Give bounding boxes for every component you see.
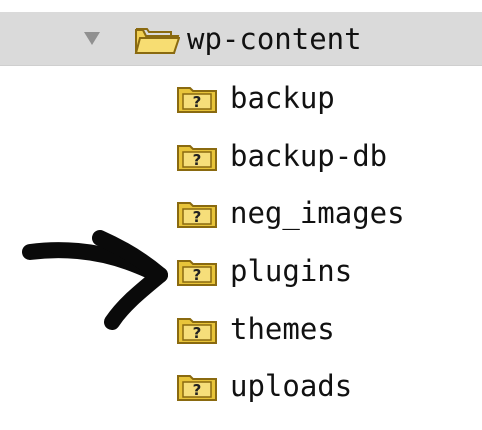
svg-text:?: ? <box>193 151 202 169</box>
svg-text:?: ? <box>193 324 202 342</box>
folder-label: neg_images <box>230 196 405 230</box>
tree-row-plugins[interactable]: ? plugins <box>0 245 482 301</box>
open-folder-icon <box>134 28 180 54</box>
unknown-folder-icon: ? <box>177 145 217 171</box>
folder-label: plugins <box>230 254 353 288</box>
folder-label-wp-content: wp-content <box>187 22 362 56</box>
folder-label: backup-db <box>230 139 388 173</box>
folder-label: themes <box>230 312 335 346</box>
tree-row-themes[interactable]: ? themes <box>0 303 482 359</box>
folder-label: uploads <box>230 369 353 403</box>
unknown-folder-icon: ? <box>177 202 217 228</box>
unknown-folder-icon: ? <box>177 375 217 401</box>
svg-text:?: ? <box>193 93 202 111</box>
tree-row-neg-images[interactable]: ? neg_images <box>0 187 482 243</box>
file-tree: wp-content ? backup ? backup-db ? neg_im… <box>0 0 482 430</box>
unknown-folder-icon: ? <box>177 260 217 286</box>
svg-text:?: ? <box>193 208 202 226</box>
folder-label: backup <box>230 81 335 115</box>
triangle-down-icon[interactable] <box>84 32 100 45</box>
svg-text:?: ? <box>193 381 202 399</box>
tree-row-uploads[interactable]: ? uploads <box>0 360 482 416</box>
tree-row-wp-content[interactable]: wp-content <box>0 12 482 66</box>
tree-row-backup-db[interactable]: ? backup-db <box>0 130 482 186</box>
tree-row-backup[interactable]: ? backup <box>0 72 482 128</box>
svg-text:?: ? <box>193 266 202 284</box>
unknown-folder-icon: ? <box>177 318 217 344</box>
unknown-folder-icon: ? <box>177 87 217 113</box>
